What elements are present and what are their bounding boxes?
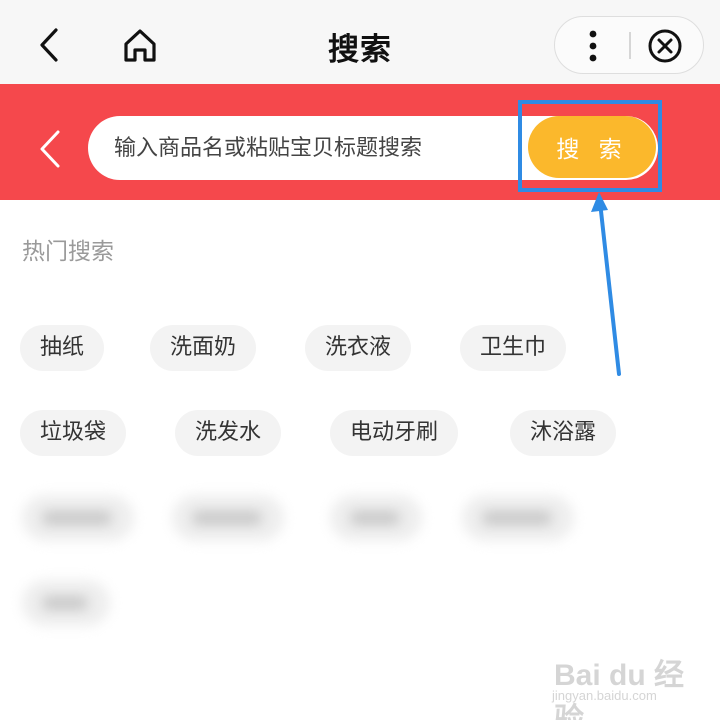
blurred-hot-tag[interactable] xyxy=(172,495,284,541)
baidu-jingyan-watermark: Bai du 经验 jingyan.baidu.com xyxy=(548,650,708,720)
blurred-hot-tag[interactable] xyxy=(22,495,134,541)
top-navbar: 搜索 xyxy=(0,0,720,84)
blurred-hot-tag[interactable] xyxy=(330,495,422,541)
hot-tag[interactable]: 垃圾袋 xyxy=(20,410,127,456)
search-button[interactable]: 搜 索 xyxy=(528,116,656,178)
more-button[interactable] xyxy=(555,17,629,73)
search-back-button[interactable] xyxy=(34,124,68,174)
close-button[interactable] xyxy=(633,17,703,73)
chevron-left-icon xyxy=(40,130,60,168)
watermark-logo-text: Bai du 经验 xyxy=(554,659,685,720)
more-vertical-icon xyxy=(589,30,597,62)
capsule-divider xyxy=(629,32,631,59)
arrow-annotation-icon xyxy=(591,192,621,376)
hot-tag[interactable]: 卫生巾 xyxy=(460,325,567,371)
search-input[interactable] xyxy=(114,116,524,180)
close-circle-icon xyxy=(648,29,682,63)
hot-tag[interactable]: 电动牙刷 xyxy=(330,410,459,456)
hot-tag[interactable]: 洗衣液 xyxy=(305,325,412,371)
hot-tag[interactable]: 洗发水 xyxy=(175,410,282,456)
hot-tag[interactable]: 抽纸 xyxy=(20,325,105,371)
blurred-hot-tag[interactable] xyxy=(462,495,574,541)
hot-tag[interactable]: 沐浴露 xyxy=(510,410,617,456)
hot-tag[interactable]: 洗面奶 xyxy=(150,325,257,371)
mini-program-capsule xyxy=(554,16,704,74)
hot-search-title: 热门搜索 xyxy=(22,239,114,265)
watermark-url: jingyan.baidu.com xyxy=(552,688,657,703)
blurred-hot-tag[interactable] xyxy=(22,580,110,626)
